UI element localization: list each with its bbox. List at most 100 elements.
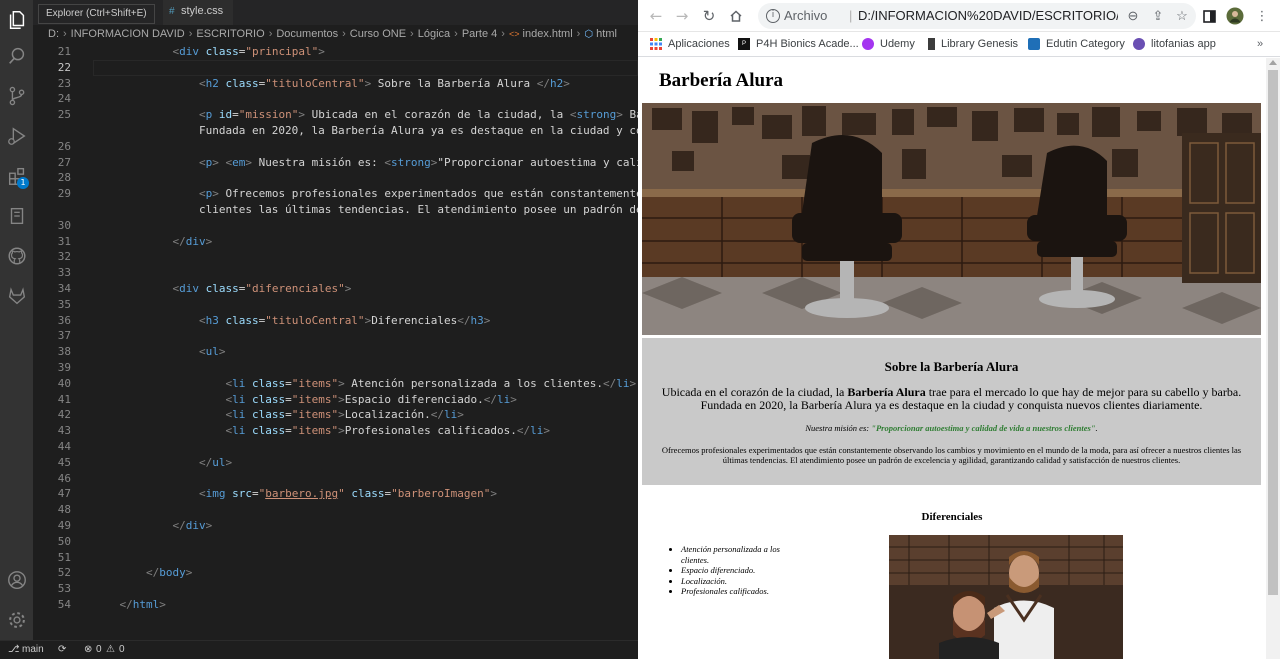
address-url[interactable]: D:/INFORMACION%20DAVID/ESCRITORIO/Docum.… <box>858 3 1118 29</box>
profile-avatar[interactable] <box>1225 6 1245 26</box>
browser-toolbar: ← → ↻ i Archivo | D:/INFORMACION%20DAVID… <box>638 0 1280 32</box>
extensions-icon[interactable] <box>0 156 33 196</box>
share-icon[interactable]: ⇪ <box>1148 6 1168 26</box>
github-icon[interactable] <box>0 236 33 276</box>
code-line[interactable]: 24 <box>33 91 638 107</box>
info-icon[interactable]: i <box>766 9 780 23</box>
code-line[interactable]: 45 </ul> <box>33 455 638 471</box>
warning-count[interactable]: 0 <box>119 641 125 659</box>
error-icon[interactable]: ⊗ <box>84 641 92 659</box>
code-line[interactable]: 51 <box>33 550 638 566</box>
breadcrumb-item[interactable]: index.html <box>523 28 573 40</box>
about-heading: Sobre la Barbería Alura <box>884 359 1019 374</box>
code-line[interactable]: Fundada en 2020, la Barbería Alura ya es… <box>33 123 638 139</box>
code-line[interactable]: 34 <div class="diferenciales"> <box>33 281 638 297</box>
forward-icon[interactable]: → <box>672 6 692 26</box>
run-debug-icon[interactable] <box>0 116 33 156</box>
bookmarks-overflow-icon[interactable]: » <box>1257 34 1263 54</box>
code-line[interactable]: 48 <box>33 502 638 518</box>
diferenciales-heading: Diferenciales <box>921 511 983 523</box>
code-line[interactable]: 41 <li class="items">Espacio diferenciad… <box>33 392 638 408</box>
settings-icon[interactable] <box>0 600 33 640</box>
code-line[interactable]: 26 <box>33 139 638 155</box>
code-line[interactable]: 39 <box>33 360 638 376</box>
tab-style-css[interactable]: # style.css <box>163 0 234 25</box>
code-line[interactable]: 25 <p id="mission"> Ubicada en el corazó… <box>33 107 638 123</box>
code-line[interactable]: 52 </body> <box>33 565 638 581</box>
code-line[interactable]: 40 <li class="items"> Atención personali… <box>33 376 638 392</box>
notebook-icon[interactable] <box>0 196 33 236</box>
code-line[interactable]: clientes las últimas tendencias. El aten… <box>33 202 638 218</box>
code-line[interactable]: 50 <box>33 534 638 550</box>
code-line[interactable]: 22 <box>33 60 638 76</box>
side-panel-icon[interactable] <box>1199 6 1219 26</box>
error-count[interactable]: 0 <box>96 641 102 659</box>
address-bar[interactable]: i Archivo | D:/INFORMACION%20DAVID/ESCRI… <box>758 3 1196 29</box>
bookmark-udemy[interactable]: Udemy <box>862 34 915 54</box>
page-scrollbar[interactable] <box>1266 58 1280 659</box>
code-line[interactable]: 28 <box>33 170 638 186</box>
line-number: 23 <box>57 76 71 90</box>
code-line[interactable]: 47 <img src="barbero.jpg" class="barbero… <box>33 486 638 502</box>
files-icon[interactable] <box>0 0 33 40</box>
code-line[interactable]: 37 <box>33 328 638 344</box>
code-line[interactable]: 35 <box>33 297 638 313</box>
account-icon[interactable] <box>0 560 33 600</box>
code-line[interactable]: 46 <box>33 471 638 487</box>
search-icon[interactable] <box>0 36 33 76</box>
breadcrumb-item[interactable]: D: <box>48 28 59 40</box>
menu-kebab-icon[interactable]: ⋮ <box>1252 6 1272 26</box>
code-editor[interactable]: 21 <div class="principal"> 22 23 <h2 class… <box>33 44 638 640</box>
breadcrumb-item[interactable]: INFORMACION DAVID <box>71 28 185 40</box>
breadcrumb-item[interactable]: html <box>596 28 617 40</box>
zoom-icon[interactable]: ⊖ <box>1123 6 1143 26</box>
code-line[interactable]: 33 <box>33 265 638 281</box>
breadcrumb-item[interactable]: ESCRITORIO <box>196 28 264 40</box>
scroll-up-icon[interactable] <box>1269 60 1277 65</box>
breadcrumb-item[interactable]: Parte 4 <box>462 28 497 40</box>
bookmark-label: Aplicaciones <box>668 38 730 50</box>
html-file-icon: <> <box>508 29 520 39</box>
bookmark-litofanias[interactable]: litofanias app <box>1133 34 1216 54</box>
chevron-right-icon: › <box>576 28 581 40</box>
bookmark-library-genesis[interactable]: Library Genesis <box>928 34 1018 54</box>
code-line[interactable]: 42 <li class="items">Localización.</li> <box>33 407 638 423</box>
code-line[interactable]: 49 </div> <box>33 518 638 534</box>
warning-icon[interactable]: ⚠ <box>106 641 115 659</box>
bookmark-aplicaciones[interactable]: Aplicaciones <box>650 34 730 54</box>
code-line[interactable]: 36 <h3 class="tituloCentral">Diferencial… <box>33 313 638 329</box>
code-line[interactable]: 43 <li class="items">Profesionales calif… <box>33 423 638 439</box>
code-line[interactable]: 44 <box>33 439 638 455</box>
apps-grid-icon <box>650 38 662 50</box>
gitlab-icon[interactable] <box>0 276 33 316</box>
line-number: 27 <box>57 155 71 169</box>
branch-name[interactable]: main <box>22 641 44 659</box>
breadcrumb-item[interactable]: Documentos <box>276 28 338 40</box>
sync-icon[interactable]: ⟳ <box>58 641 66 659</box>
code-line[interactable]: 54 </html> <box>33 597 638 613</box>
code-line[interactable]: 27 <p> <em> Nuestra misión es: <strong>"… <box>33 155 638 171</box>
back-icon[interactable]: ← <box>646 6 666 26</box>
reload-icon[interactable]: ↻ <box>699 6 719 26</box>
code-line[interactable]: 30 <box>33 218 638 234</box>
scrollbar-thumb[interactable] <box>1268 70 1278 595</box>
line-number: 51 <box>57 550 71 564</box>
branch-icon[interactable]: ⎇ <box>8 641 20 659</box>
code-line[interactable]: 21 <div class="principal"> <box>33 44 638 60</box>
code-line[interactable]: 53 <box>33 581 638 597</box>
home-icon[interactable] <box>726 6 746 26</box>
breadcrumb-item[interactable]: Lógica <box>418 28 450 40</box>
bookmark-p4h[interactable]: P P4H Bionics Acade... <box>738 34 859 54</box>
libgen-favicon <box>928 38 935 50</box>
code-line[interactable]: 23 <h2 class="tituloCentral"> Sobre la B… <box>33 76 638 92</box>
code-line[interactable]: 29 <p> Ofrecemos profesionales experimen… <box>33 186 638 202</box>
code-line[interactable]: 38 <ul> <box>33 344 638 360</box>
code-line[interactable]: 32 <box>33 249 638 265</box>
source-control-icon[interactable] <box>0 76 33 116</box>
code-text: <li class="items"> Atención personalizad… <box>225 376 637 390</box>
bookmark-edutin[interactable]: Edutin Category <box>1028 34 1125 54</box>
code-line[interactable]: 31 </div> <box>33 234 638 250</box>
bookmark-star-icon[interactable]: ☆ <box>1172 6 1192 26</box>
line-number: 54 <box>57 598 71 611</box>
breadcrumb-item[interactable]: Curso ONE <box>350 28 406 40</box>
